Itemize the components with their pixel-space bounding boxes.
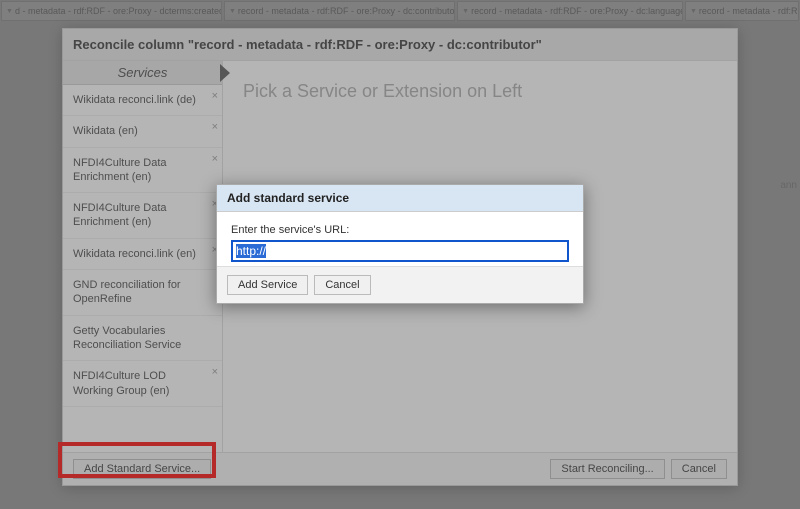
modal-title: Add standard service	[217, 185, 583, 212]
modal-cancel-button[interactable]: Cancel	[314, 275, 370, 295]
add-service-modal: Add standard service Enter the service's…	[216, 184, 584, 304]
url-label: Enter the service's URL:	[231, 224, 349, 236]
add-service-button[interactable]: Add Service	[227, 275, 308, 295]
service-url-input[interactable]	[231, 240, 569, 262]
